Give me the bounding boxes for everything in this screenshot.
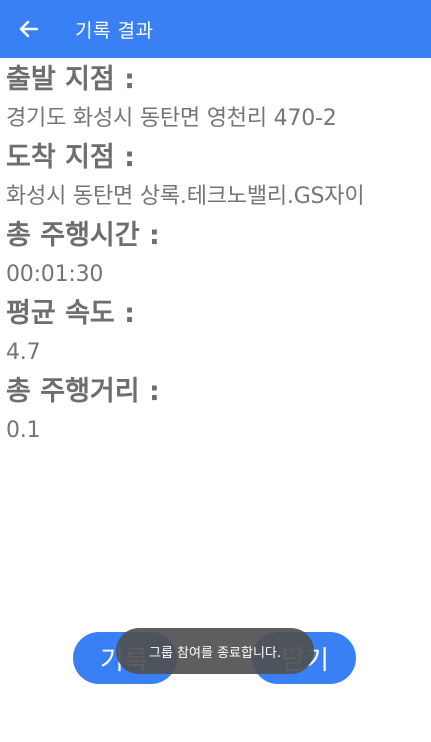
arrow-left-icon bbox=[19, 20, 39, 38]
back-button[interactable] bbox=[0, 0, 58, 58]
record-result-content: 출발 지점 : 경기도 화성시 동탄면 영천리 470-2 도착 지점 : 화성… bbox=[6, 60, 431, 450]
toast-message: 그룹 참여를 종료합니다. bbox=[116, 628, 314, 674]
average-speed-label: 평균 속도 : bbox=[6, 298, 135, 329]
page-title: 기록 결과 bbox=[75, 19, 154, 42]
total-time-value: 00:01:30 bbox=[6, 262, 104, 287]
total-distance-value: 0.1 bbox=[6, 418, 41, 443]
average-speed-value: 4.7 bbox=[6, 340, 41, 365]
app-bar: 기록 결과 bbox=[0, 0, 431, 58]
start-point-value: 경기도 화성시 동탄면 영천리 470-2 bbox=[6, 106, 337, 131]
total-distance-label: 총 주행거리 : bbox=[6, 376, 160, 407]
total-time-label: 총 주행시간 : bbox=[6, 220, 160, 251]
end-point-value: 화성시 동탄면 상록.테크노밸리.GS자이 bbox=[6, 184, 365, 209]
end-point-label: 도착 지점 : bbox=[6, 142, 135, 173]
start-point-label: 출발 지점 : bbox=[6, 64, 135, 95]
